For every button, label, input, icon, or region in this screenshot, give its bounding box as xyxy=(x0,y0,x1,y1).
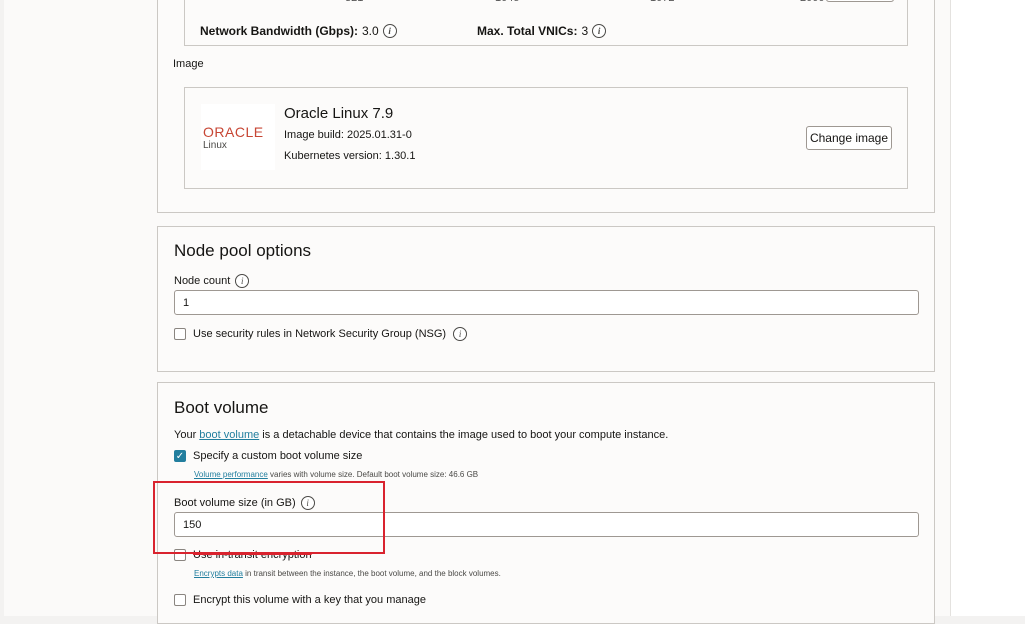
desc-suffix: is a detachable device that contains the… xyxy=(259,429,669,441)
image-build: Image build: 2025.01.31-0 xyxy=(284,129,412,141)
right-gutter xyxy=(950,0,1025,616)
partial-button[interactable] xyxy=(826,0,894,2)
change-image-button[interactable]: Change image xyxy=(806,126,892,150)
desc-prefix: Your xyxy=(174,429,200,441)
perf-text: varies with volume size. Default boot vo… xyxy=(267,470,479,479)
encrypt-key-checkbox-row[interactable]: Encrypt this volume with a key that you … xyxy=(174,594,426,606)
kubernetes-version: Kubernetes version: 1.30.1 xyxy=(284,150,416,162)
custom-size-checkbox[interactable]: ✓ xyxy=(174,450,186,462)
shape-details-box: 321 1045 1072 2000 xyxy=(184,0,908,46)
encrypt-key-label: Encrypt this volume with a key that you … xyxy=(193,594,426,606)
partial-cell: 321 xyxy=(345,0,363,4)
vnics-value: 3 xyxy=(581,24,589,38)
node-pool-title: Node pool options xyxy=(174,241,312,260)
partial-cell: 1045 xyxy=(495,0,519,4)
boot-volume-description: Your boot volume is a detachable device … xyxy=(174,429,668,441)
custom-size-label: Specify a custom boot volume size xyxy=(193,450,363,462)
bandwidth-label: Network Bandwidth (Gbps): xyxy=(200,24,358,38)
annotation-highlight-box xyxy=(153,481,385,554)
logo-word: ORACLE xyxy=(203,124,264,140)
network-bandwidth: Network Bandwidth (Gbps): 3.0 i xyxy=(200,24,397,38)
image-section-label: Image xyxy=(173,58,204,70)
encrypt-key-checkbox[interactable] xyxy=(174,594,186,606)
info-icon[interactable]: i xyxy=(382,24,397,38)
node-count-label: Node count xyxy=(174,275,231,287)
info-icon[interactable]: i xyxy=(235,274,250,288)
custom-size-checkbox-row[interactable]: ✓ Specify a custom boot volume size xyxy=(174,450,362,462)
nsg-checkbox-row[interactable]: Use security rules in Network Security G… xyxy=(174,327,468,341)
node-count-input[interactable]: 1 xyxy=(174,290,919,315)
max-vnics: Max. Total VNICs: 3 i xyxy=(477,24,607,38)
image-name: Oracle Linux 7.9 xyxy=(284,105,394,122)
logo-sub: Linux xyxy=(203,140,227,151)
oracle-linux-logo: ORACLE Linux xyxy=(201,104,275,170)
nsg-checkbox[interactable] xyxy=(174,328,186,340)
info-icon[interactable]: i xyxy=(453,327,468,341)
vnics-label: Max. Total VNICs: xyxy=(477,24,578,38)
encrypts-hint: Encrypts data in transit between the ins… xyxy=(194,569,501,578)
partial-cell: 1072 xyxy=(650,0,674,4)
volume-performance-hint: Volume performance varies with volume si… xyxy=(194,470,478,479)
boot-volume-link[interactable]: boot volume xyxy=(199,429,259,441)
node-pool-panel: Node pool options Node count i 1 Use sec… xyxy=(157,226,935,372)
encrypts-data-link[interactable]: Encrypts data xyxy=(194,569,243,578)
partial-cell: 2000 xyxy=(800,0,824,4)
boot-volume-title: Boot volume xyxy=(174,398,269,417)
bandwidth-value: 3.0 xyxy=(362,24,379,38)
encrypts-text: in transit between the instance, the boo… xyxy=(242,569,501,578)
node-count-label-row: Node count i xyxy=(174,274,250,288)
nsg-label: Use security rules in Network Security G… xyxy=(193,328,447,340)
image-card: ORACLE Linux Oracle Linux 7.9 Image buil… xyxy=(184,87,908,189)
volume-performance-link[interactable]: Volume performance xyxy=(194,470,268,479)
info-icon[interactable]: i xyxy=(592,24,607,38)
